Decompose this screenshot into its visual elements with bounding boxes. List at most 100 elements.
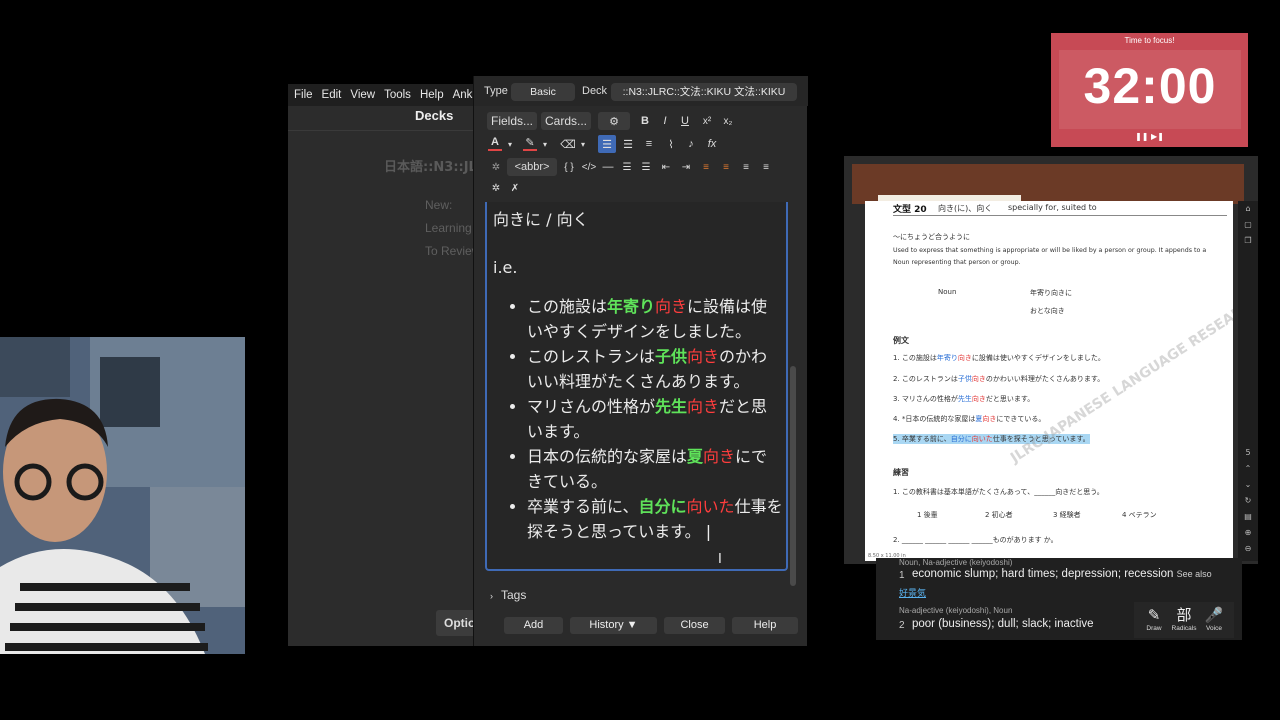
timer-controls[interactable]: ❚❚ ▶❚ xyxy=(1051,132,1248,141)
pdf-renshu-title: 練習 xyxy=(893,468,909,477)
list-item: この施設は年寄り向きに設備は使いやすくデザインをしました。 xyxy=(527,294,783,344)
front-field-editor[interactable]: 向きに / 向く i.e. この施設は年寄り向きに設備は使いやすくデザインをしま… xyxy=(485,202,788,571)
editor-header: Type Basic Deck ::N3::JLRC::文法::KIKU 文法:… xyxy=(474,76,808,106)
history-button[interactable]: History ▼ xyxy=(570,617,657,634)
note-type-button[interactable]: Basic xyxy=(511,83,575,101)
formula-icon[interactable]: fx xyxy=(703,135,721,153)
align-left-icon[interactable]: ≡ xyxy=(718,158,734,176)
definition: economic slump; hard times; depression; … xyxy=(912,568,1212,580)
pdf-noun-label: Noun xyxy=(938,288,957,296)
draw-tool[interactable]: ✎ Draw xyxy=(1140,607,1168,632)
chevron-up-icon[interactable]: ⌃ xyxy=(1238,461,1258,477)
deck-label: Deck xyxy=(582,85,608,97)
add-button[interactable]: Add xyxy=(504,617,563,634)
microphone-icon[interactable]: ♪ xyxy=(682,135,700,153)
gear-icon[interactable]: ⚙ xyxy=(598,112,630,130)
tags-toggle[interactable]: › Tags xyxy=(490,588,526,602)
voice-tool[interactable]: 🎤 Voice xyxy=(1200,607,1228,632)
menu-anki[interactable]: Anki xyxy=(453,89,475,101)
bookmark-icon[interactable]: ▢ xyxy=(1238,217,1258,233)
pdf-explanation-1: Used to express that something is approp… xyxy=(893,247,1207,254)
definition: poor (business); dull; slack; inactive xyxy=(912,618,1094,630)
deck-selector-button[interactable]: ::N3::JLRC::文法::KIKU 文法::KIKU xyxy=(611,83,797,101)
justify-icon[interactable]: ≡ xyxy=(758,158,774,176)
align-right-icon[interactable]: ≡ xyxy=(738,158,754,176)
chevron-down-icon[interactable]: ▾ xyxy=(540,135,550,153)
align-icon[interactable]: ≡ xyxy=(640,135,658,153)
menu-view[interactable]: View xyxy=(350,89,375,101)
cloze-icon[interactable]: ✲ xyxy=(488,158,504,176)
menu-bar: File Edit View Tools Help Anki xyxy=(288,84,488,106)
italic-button[interactable]: I xyxy=(656,112,674,130)
editor-scrollbar[interactable] xyxy=(790,366,796,586)
copy-icon[interactable]: ❐ xyxy=(1238,233,1258,249)
braces-button[interactable]: { } xyxy=(560,158,578,176)
numbered-list-icon[interactable]: ☰ xyxy=(638,158,654,176)
pdf-sentence: 2. このレストランは子供向きのかわいい料理がたくさんあります。 xyxy=(893,375,1105,383)
underline-button[interactable]: U xyxy=(676,112,694,130)
furigana-icon[interactable]: ✲ xyxy=(488,179,504,197)
pdf-choice: 2 初心者 xyxy=(985,511,1013,519)
horizontal-rule-icon[interactable]: — xyxy=(600,158,616,176)
dictionary-panel: Noun, Na-adjective (keiyodoshi) 1 econom… xyxy=(876,558,1242,640)
decks-title: Decks xyxy=(415,108,454,123)
webcam-feed xyxy=(0,337,245,654)
tags-label: Tags xyxy=(501,588,527,602)
rotate-icon[interactable]: ↻ xyxy=(1238,493,1258,509)
zoom-in-icon[interactable]: ⊕ xyxy=(1238,525,1258,541)
bullet-list-icon[interactable]: ☰ xyxy=(598,135,616,153)
pdf-example-a: 年寄り向きに xyxy=(1030,289,1072,297)
pdf-choice: 1 後輩 xyxy=(917,511,938,519)
pdf-explanation-2: Noun representing that person or group. xyxy=(893,259,1021,266)
stat-learning: Learning xyxy=(425,221,472,235)
menu-tools[interactable]: Tools xyxy=(384,89,411,101)
subscript-button[interactable]: x₂ xyxy=(719,112,737,130)
definition-number: 1 xyxy=(899,570,905,581)
see-also-link[interactable]: 好景気 xyxy=(899,586,926,599)
pdf-reibun-title: 例文 xyxy=(893,336,909,345)
pdf-sidebar: ⌂ ▢ ❐ 5 ⌃ ⌄ ↻ ▤ ⊕ ⊖ xyxy=(1238,201,1258,561)
focus-timer: Time to focus! 32:00 ❚❚ ▶❚ xyxy=(1051,33,1248,147)
definition-number: 2 xyxy=(899,620,905,631)
chevron-down-icon[interactable]: ▾ xyxy=(505,135,515,153)
field-heading: 向きに / 向く xyxy=(493,210,589,229)
document-icon[interactable]: ▤ xyxy=(1238,509,1258,525)
text-color-icon[interactable]: A xyxy=(488,135,502,151)
abbr-button[interactable]: <abbr> xyxy=(507,158,557,176)
indent-icon[interactable]: ⇥ xyxy=(678,158,694,176)
highlight-color-icon[interactable]: ✎ xyxy=(523,135,537,151)
numbered-list-icon[interactable]: ☰ xyxy=(619,135,637,153)
pdf-example-b: おとな向き xyxy=(1030,307,1065,315)
pdf-heading-number: 文型 20 xyxy=(893,205,927,215)
timer-title: Time to focus! xyxy=(1124,36,1175,45)
pdf-sentence: 1. この施設は年寄り向きに設備は使いやすくデザインをしました。 xyxy=(893,354,1105,362)
radicals-tool[interactable]: 部 Radicals xyxy=(1170,607,1198,632)
menu-help[interactable]: Help xyxy=(420,89,444,101)
bullet-list-icon[interactable]: ☰ xyxy=(619,158,635,176)
html-code-button[interactable]: </> xyxy=(580,158,598,176)
menu-edit[interactable]: Edit xyxy=(322,89,342,101)
menu-file[interactable]: File xyxy=(294,89,313,101)
help-button[interactable]: Help xyxy=(732,617,798,634)
home-icon[interactable]: ⌂ xyxy=(1238,201,1258,217)
pdf-sentence: 3. マリさんの性格が先生向きだと思います。 xyxy=(893,395,1035,403)
page-number-icon[interactable]: 5 xyxy=(1238,445,1258,461)
close-button[interactable]: Close xyxy=(664,617,725,634)
bold-button[interactable]: B xyxy=(636,112,654,130)
fields-button[interactable]: Fields... xyxy=(487,112,537,130)
cards-button[interactable]: Cards... xyxy=(541,112,591,130)
list-item: 卒業する前に、自分に向いた仕事を探そうと思っています。 | xyxy=(527,494,783,544)
eraser-icon[interactable]: ⌫ xyxy=(560,135,576,153)
chevron-down-icon[interactable]: ▾ xyxy=(578,135,588,153)
chevron-down-icon[interactable]: ⌄ xyxy=(1238,477,1258,493)
superscript-button[interactable]: x² xyxy=(698,112,716,130)
pdf-page[interactable]: 文型 20 向き(に)、向く specially for, suited to … xyxy=(865,201,1233,561)
microphone-icon: 🎤 xyxy=(1204,607,1224,624)
align-center-icon[interactable]: ≡ xyxy=(698,158,714,176)
webcam-image xyxy=(0,337,245,654)
outdent-icon[interactable]: ⇤ xyxy=(658,158,674,176)
attachment-icon[interactable]: ⌇ xyxy=(662,135,680,153)
remove-furigana-icon[interactable]: ✗ xyxy=(507,179,523,197)
zoom-out-icon[interactable]: ⊖ xyxy=(1238,541,1258,557)
